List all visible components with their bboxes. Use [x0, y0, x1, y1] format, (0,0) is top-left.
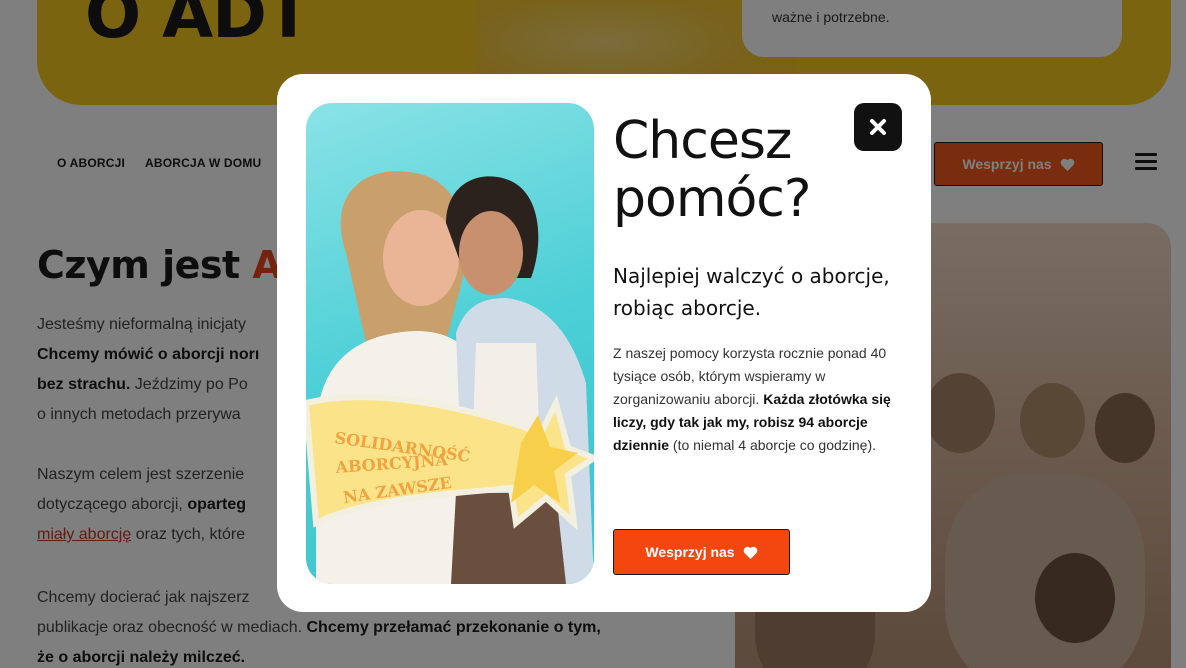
- photo-illustration: SOLIDARNOŚĆ ABORCYJNA NA ZAWSZE: [306, 171, 594, 584]
- modal-description: Z naszej pomocy korzysta rocznie ponad 4…: [613, 342, 898, 457]
- modal-photo: SOLIDARNOŚĆ ABORCYJNA NA ZAWSZE: [306, 103, 594, 584]
- close-icon: [870, 119, 886, 135]
- modal-support-button[interactable]: Wesprzyj nas: [613, 529, 790, 575]
- donation-modal: SOLIDARNOŚĆ ABORCYJNA NA ZAWSZE Chcesz p…: [277, 74, 931, 612]
- modal-title: Chcesz pomóc?: [613, 111, 811, 229]
- heart-icon: [743, 546, 757, 559]
- modal-support-label: Wesprzyj nas: [645, 544, 735, 560]
- close-button[interactable]: [854, 103, 902, 151]
- modal-subtitle: Najlepiej walczyć o aborcje, robiąc abor…: [613, 264, 890, 320]
- description-text: (to niemal 4 aborcje co godzinę).: [669, 437, 877, 453]
